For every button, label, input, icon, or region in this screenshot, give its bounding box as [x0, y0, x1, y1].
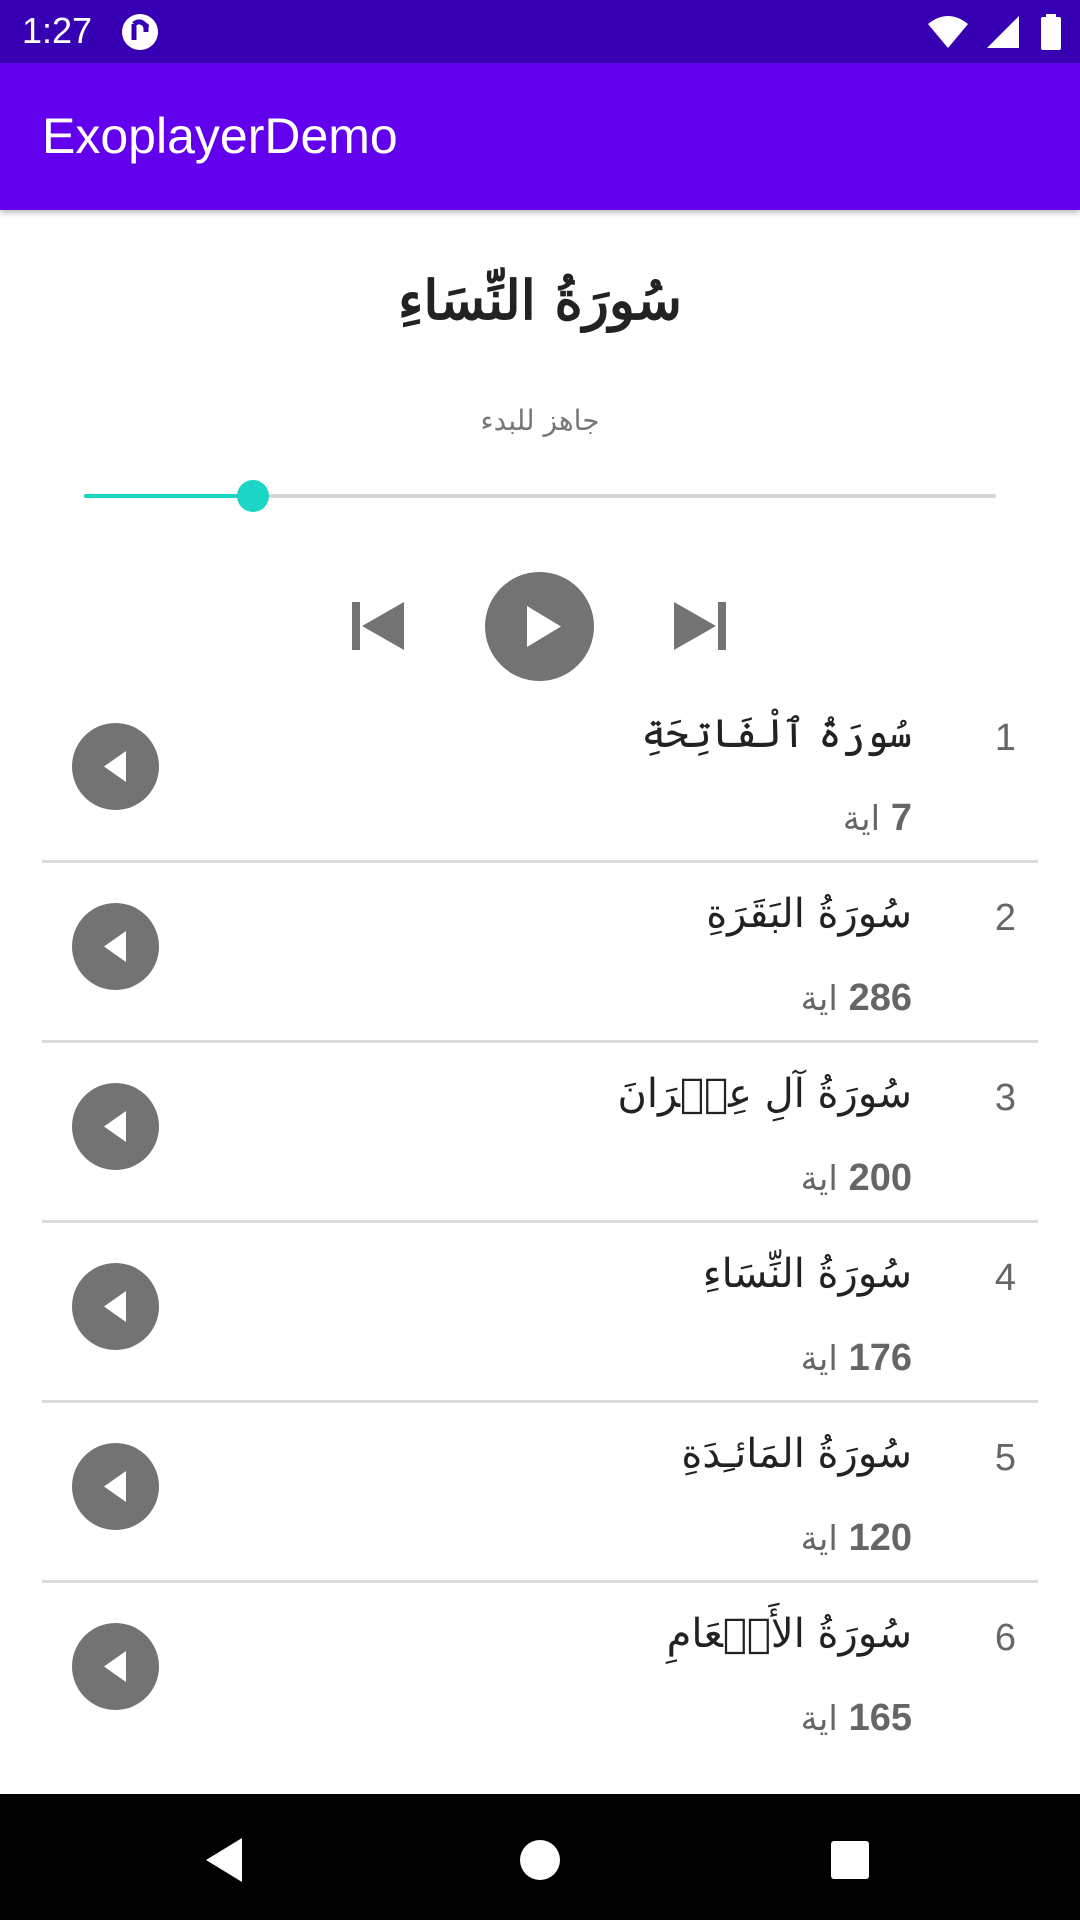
list-item[interactable]: سُورَةُ المَائـِدَةِ 120 اية 5 [0, 1403, 1080, 1583]
surah-number: 5 [994, 1437, 1016, 1479]
play-icon [527, 606, 561, 647]
battery-icon [1041, 14, 1061, 50]
now-playing-title: سُورَةُ النِّسَاءِ [397, 268, 683, 332]
ayat-label: اية [800, 1519, 838, 1559]
play-left-icon [104, 1651, 126, 1682]
seek-progress [84, 494, 253, 498]
nav-recents-button[interactable] [820, 1830, 880, 1890]
next-icon [674, 602, 726, 650]
item-play-button[interactable] [72, 1443, 159, 1530]
next-button[interactable] [668, 594, 732, 658]
previous-icon [352, 602, 404, 650]
ayat-number: 176 [848, 1337, 912, 1379]
seek-bar[interactable] [84, 478, 996, 514]
surah-number: 3 [994, 1077, 1016, 1119]
ayat-number: 200 [848, 1157, 912, 1199]
ayat-number: 7 [890, 797, 912, 839]
surah-number: 4 [994, 1257, 1016, 1299]
ayat-label: اية [800, 1159, 838, 1199]
play-button[interactable] [485, 572, 594, 681]
ayat-label: اية [842, 799, 881, 839]
play-left-icon [104, 931, 126, 962]
surah-number: 2 [994, 897, 1016, 939]
play-left-icon [104, 1291, 126, 1322]
surah-name: سُورَةُ النِّسَاءِ [702, 1251, 912, 1297]
wifi-icon [927, 16, 968, 48]
recents-icon [831, 1841, 869, 1879]
ayat-label: اية [800, 1699, 838, 1739]
ayat-number: 286 [848, 977, 912, 1019]
ayat-label: اية [800, 979, 838, 1019]
app-title: ExoplayerDemo [42, 108, 398, 164]
nav-home-button[interactable] [510, 1830, 570, 1890]
item-play-button[interactable] [72, 1623, 159, 1710]
item-play-button[interactable] [72, 1263, 159, 1350]
ayat-count: 286 اية [801, 977, 912, 1020]
home-icon [520, 1840, 560, 1880]
ayat-count: 120 اية [801, 1517, 912, 1560]
player-status: جاهز للبدء [480, 404, 600, 437]
play-left-icon [104, 1471, 126, 1502]
surah-number: 1 [994, 717, 1016, 759]
back-icon [206, 1838, 242, 1882]
item-play-button[interactable] [72, 903, 159, 990]
ayat-number: 165 [848, 1697, 912, 1739]
surah-list: سُورَةُ ٱلْفَاتِحَةِ 7 اية 1 سُورَةُ الب… [0, 683, 1080, 1763]
ayat-number: 120 [848, 1517, 912, 1559]
ayat-count: 176 اية [801, 1337, 912, 1380]
app-notification-icon [120, 12, 160, 52]
app-bar: ExoplayerDemo [0, 63, 1080, 210]
surah-number: 6 [994, 1617, 1016, 1659]
list-item[interactable]: سُورَةُ النِّسَاءِ 176 اية 4 [0, 1223, 1080, 1403]
ayat-count: 7 اية [843, 797, 912, 840]
surah-name: سُورَةُ ٱلْفَاتِحَةِ [641, 711, 912, 757]
list-item[interactable]: سُورَةُ ٱلْفَاتِحَةِ 7 اية 1 [0, 683, 1080, 863]
surah-name: سُورَةُ آلِ عِمۡرَانَ [617, 1071, 913, 1117]
previous-button[interactable] [346, 594, 410, 658]
ayat-count: 165 اية [801, 1697, 912, 1740]
surah-name: سُورَةُ المَائـِدَةِ [681, 1431, 912, 1477]
status-time: 1:27 [22, 10, 93, 51]
item-play-button[interactable] [72, 1083, 159, 1170]
status-bar: 1:27 [0, 0, 1080, 63]
list-item[interactable]: سُورَةُ الأَنۡعَامِ 165 اية 6 [0, 1583, 1080, 1763]
status-icons [926, 12, 1064, 52]
play-left-icon [104, 751, 126, 782]
seek-thumb[interactable] [237, 480, 269, 512]
ayat-count: 200 اية [801, 1157, 912, 1200]
signal-icon [986, 16, 1019, 48]
nav-back-button[interactable] [196, 1830, 256, 1890]
navigation-bar [0, 1794, 1080, 1920]
ayat-label: اية [800, 1339, 838, 1379]
list-item[interactable]: سُورَةُ آلِ عِمۡرَانَ 200 اية 3 [0, 1043, 1080, 1223]
list-item[interactable]: سُورَةُ البَقَرَةِ 286 اية 2 [0, 863, 1080, 1043]
play-left-icon [104, 1111, 126, 1142]
surah-name: سُورَةُ البَقَرَةِ [706, 891, 912, 937]
item-play-button[interactable] [72, 723, 159, 810]
surah-name: سُورَةُ الأَنۡعَامِ [666, 1611, 912, 1657]
